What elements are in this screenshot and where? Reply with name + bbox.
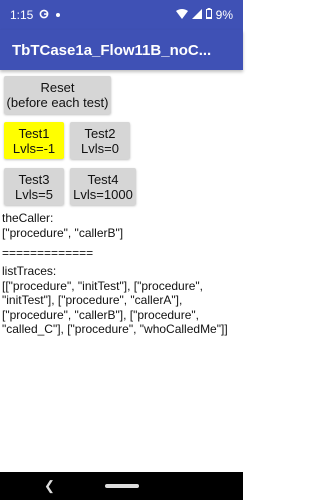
battery-icon xyxy=(205,8,212,22)
status-bar: 1:15 9% xyxy=(0,0,243,30)
status-time: 1:15 xyxy=(10,8,34,22)
test3-button-label-2: Lvls=5 xyxy=(15,186,53,202)
test1-button-label-1: Test1 xyxy=(18,125,50,141)
home-pill[interactable] xyxy=(104,484,139,488)
test4-button[interactable]: Test4 Lvls=1000 xyxy=(70,168,136,205)
back-icon[interactable]: ❮ xyxy=(44,478,55,494)
list-traces-label: listTraces: xyxy=(2,264,57,278)
reset-button[interactable]: Reset (before each test) xyxy=(4,76,111,114)
the-caller-value: ["procedure", "callerB"] xyxy=(2,225,124,240)
test1-button[interactable]: Test1 Lvls=-1 xyxy=(4,122,64,159)
the-caller-label: theCaller: xyxy=(2,211,54,225)
navigation-bar: ❮ xyxy=(0,472,243,500)
g-icon xyxy=(39,9,49,22)
app-title: TbTCase1a_Flow11B_noC... xyxy=(12,41,212,59)
the-caller-section: theCaller: ["procedure", "callerB"] xyxy=(2,211,240,240)
test2-button-label-2: Lvls=0 xyxy=(81,140,119,156)
reset-button-label-2: (before each test) xyxy=(6,95,109,110)
test4-button-label-1: Test4 xyxy=(87,171,119,187)
dot-icon xyxy=(55,10,61,21)
test3-button-label-1: Test3 xyxy=(18,171,50,187)
signal-icon xyxy=(191,8,202,22)
battery-percent: 9% xyxy=(215,8,233,22)
list-traces-section: listTraces: [["procedure", "initTest"], … xyxy=(2,264,240,337)
test3-button[interactable]: Test3 Lvls=5 xyxy=(4,168,64,205)
separator: ============= xyxy=(2,246,94,260)
reset-button-label-1: Reset xyxy=(40,80,75,95)
list-traces-value: [["procedure", "initTest"], ["procedure"… xyxy=(2,278,228,337)
app-bar: TbTCase1a_Flow11B_noC... xyxy=(0,30,243,70)
wifi-icon xyxy=(175,8,188,22)
test2-button[interactable]: Test2 Lvls=0 xyxy=(70,122,130,159)
test4-button-label-2: Lvls=1000 xyxy=(73,186,133,202)
test2-button-label-1: Test2 xyxy=(84,125,116,141)
test1-button-label-2: Lvls=-1 xyxy=(12,140,56,156)
